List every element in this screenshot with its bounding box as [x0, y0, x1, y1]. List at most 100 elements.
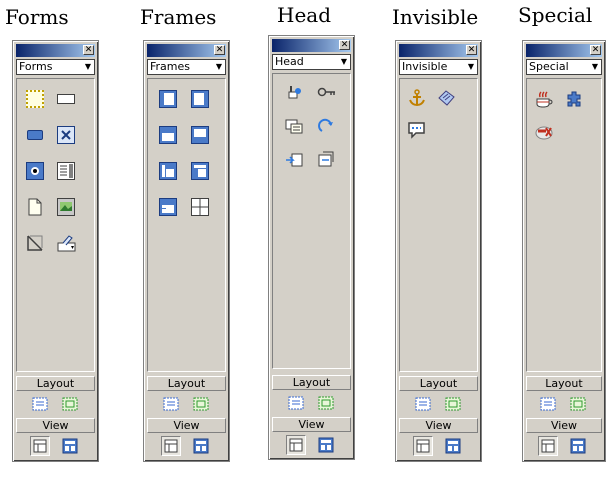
- left-frame-icon[interactable]: [159, 90, 177, 108]
- base-icon[interactable]: [285, 151, 303, 169]
- file-field-icon[interactable]: [26, 198, 44, 216]
- draw-layer-icon[interactable]: [161, 394, 181, 414]
- view-label: View: [147, 418, 226, 433]
- view-buttons: [16, 434, 95, 458]
- chevron-down-icon: ▼: [84, 62, 91, 71]
- radio-button-icon[interactable]: [26, 162, 44, 180]
- form-icon[interactable]: [26, 90, 44, 108]
- view-label: View: [526, 418, 602, 433]
- link-icon[interactable]: [317, 151, 335, 169]
- keywords-icon[interactable]: [317, 83, 335, 101]
- dropdown-value: Special: [529, 60, 569, 73]
- view-buttons: [399, 434, 478, 458]
- draw-layer-icon[interactable]: [538, 394, 558, 414]
- layout-label: Layout: [272, 375, 351, 390]
- draw-layout-cell-icon[interactable]: [60, 394, 80, 414]
- dropdown-value: Forms: [19, 60, 53, 73]
- jump-menu-icon[interactable]: [57, 234, 76, 252]
- draw-layer-icon[interactable]: [286, 393, 306, 413]
- panel-invisible: ✕ Invisible ▼ Layout View: [395, 40, 482, 462]
- draw-layout-cell-icon[interactable]: [443, 394, 463, 414]
- close-icon[interactable]: ✕: [339, 40, 350, 50]
- draw-layer-icon[interactable]: [30, 394, 50, 414]
- category-dropdown[interactable]: Invisible ▼: [399, 59, 478, 75]
- panel-titlebar[interactable]: ✕: [399, 44, 478, 57]
- button-icon[interactable]: [26, 126, 44, 144]
- panel-titlebar[interactable]: ✕: [147, 44, 226, 57]
- panel-titlebar[interactable]: ✕: [272, 39, 351, 52]
- dropdown-value: Frames: [150, 60, 191, 73]
- list-menu-icon[interactable]: [57, 162, 75, 180]
- meta-icon[interactable]: [285, 83, 303, 101]
- layout-buttons: [526, 392, 602, 416]
- top-frame-icon[interactable]: [159, 126, 177, 144]
- image-field-icon[interactable]: [57, 198, 75, 216]
- dropdown-value: Invisible: [402, 60, 448, 73]
- layout-buttons: [399, 392, 478, 416]
- category-dropdown[interactable]: Frames ▼: [147, 59, 226, 75]
- layout-label: Layout: [526, 376, 602, 391]
- layout-label: Layout: [399, 376, 478, 391]
- close-icon[interactable]: ✕: [590, 45, 601, 55]
- draw-layer-icon[interactable]: [413, 394, 433, 414]
- view-label: View: [399, 418, 478, 433]
- draw-layout-cell-icon[interactable]: [568, 394, 588, 414]
- description-icon[interactable]: [285, 117, 303, 135]
- view-buttons: [147, 434, 226, 458]
- layout-view-icon[interactable]: [191, 436, 211, 456]
- standard-view-icon[interactable]: [161, 436, 181, 456]
- layout-view-icon[interactable]: [60, 436, 80, 456]
- applet-icon[interactable]: [534, 90, 553, 108]
- script-icon[interactable]: [436, 88, 455, 106]
- category-dropdown[interactable]: Head ▼: [272, 54, 351, 70]
- caption-head: Head: [277, 3, 332, 27]
- panel-titlebar[interactable]: ✕: [526, 44, 602, 57]
- caption-special: Special: [518, 3, 593, 27]
- chevron-down-icon: ▼: [467, 62, 474, 71]
- named-anchor-icon[interactable]: [407, 88, 425, 107]
- standard-view-icon[interactable]: [30, 436, 50, 456]
- close-icon[interactable]: ✕: [83, 45, 94, 55]
- caption-forms: Forms: [5, 5, 69, 29]
- layout-buttons: [272, 391, 351, 415]
- right-frame-icon[interactable]: [191, 90, 209, 108]
- close-icon[interactable]: ✕: [214, 45, 225, 55]
- panel-special: ✕ Special ▼ Layout View: [522, 40, 606, 462]
- layout-view-icon[interactable]: [443, 436, 463, 456]
- split-frame-icon[interactable]: [191, 198, 209, 216]
- close-icon[interactable]: ✕: [466, 45, 477, 55]
- top-bottom-frame-icon[interactable]: [159, 198, 177, 216]
- panel-head: ✕ Head ▼ Layout View: [268, 35, 355, 460]
- chevron-down-icon: ▼: [215, 62, 222, 71]
- object-icon-area: [526, 78, 602, 372]
- chevron-down-icon: ▼: [591, 62, 598, 71]
- draw-layout-cell-icon[interactable]: [191, 394, 211, 414]
- activex-icon[interactable]: [534, 122, 553, 140]
- comment-icon[interactable]: [407, 120, 425, 139]
- category-dropdown[interactable]: Special ▼: [526, 59, 602, 75]
- caption-frames: Frames: [140, 5, 217, 29]
- hidden-field-icon[interactable]: [26, 234, 44, 252]
- top-left-frame-icon[interactable]: [191, 162, 209, 180]
- layout-view-icon[interactable]: [568, 436, 588, 456]
- panel-titlebar[interactable]: ✕: [16, 44, 95, 57]
- standard-view-icon[interactable]: [538, 436, 558, 456]
- text-field-icon[interactable]: [57, 90, 75, 108]
- layout-view-icon[interactable]: [316, 435, 336, 455]
- draw-layout-cell-icon[interactable]: [316, 393, 336, 413]
- refresh-icon[interactable]: [317, 117, 335, 135]
- object-icon-area: [272, 73, 351, 369]
- object-icon-area: [399, 78, 478, 372]
- checkbox-icon[interactable]: [57, 126, 75, 144]
- plugin-icon[interactable]: [564, 90, 582, 108]
- standard-view-icon[interactable]: [413, 436, 433, 456]
- view-buttons: [272, 433, 351, 457]
- caption-invisible: Invisible: [392, 5, 479, 29]
- category-dropdown[interactable]: Forms ▼: [16, 59, 95, 75]
- layout-buttons: [16, 392, 95, 416]
- left-top-frame-icon[interactable]: [159, 162, 177, 180]
- standard-view-icon[interactable]: [286, 435, 306, 455]
- view-label: View: [272, 417, 351, 432]
- view-label: View: [16, 418, 95, 433]
- bottom-frame-icon[interactable]: [191, 126, 209, 144]
